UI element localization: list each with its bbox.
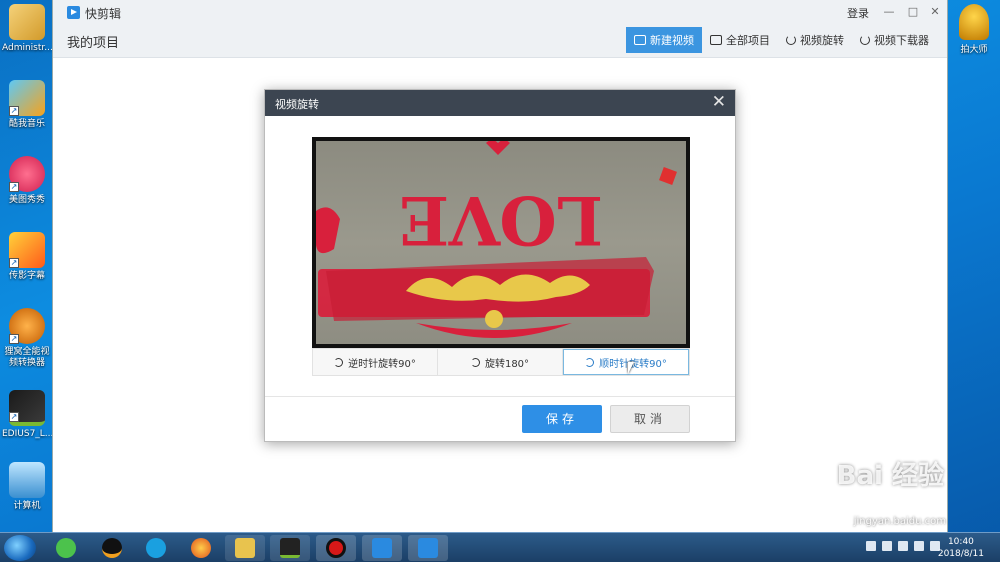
qq-icon bbox=[102, 538, 122, 558]
desktop-icon-subtitle[interactable]: ↗ 传影字幕 bbox=[2, 232, 52, 282]
desktop-icon-edius[interactable]: ↗ EDIUS7_L... bbox=[2, 390, 54, 440]
desktop-icon-label: Administr... bbox=[2, 43, 53, 53]
nav-new-video[interactable]: 新建视频 bbox=[626, 27, 702, 53]
baidu-watermark: Bai 经验 bbox=[836, 461, 944, 491]
edius-icon: ↗ bbox=[9, 390, 45, 426]
close-button[interactable]: ✕ bbox=[925, 3, 945, 21]
baidu-watermark-url: jingyan.baidu.com bbox=[853, 516, 946, 527]
taskbar-recorder[interactable] bbox=[316, 535, 356, 561]
rotate-label: 旋转180° bbox=[484, 358, 530, 370]
preview-image: LOVE bbox=[316, 141, 677, 338]
dialog-footer: 保存 取消 bbox=[265, 396, 735, 441]
top-nav: 新建视频 全部项目 视频旋转 视频下载器 bbox=[626, 27, 937, 57]
desktop-icon-computer[interactable]: 计算机 bbox=[2, 462, 52, 512]
subtitle-app-icon: ↗ bbox=[9, 232, 45, 268]
video-camera-icon bbox=[634, 35, 646, 45]
desktop-icon-kuwo[interactable]: ↗ 酷我音乐 bbox=[2, 80, 52, 130]
save-button[interactable]: 保存 bbox=[522, 405, 602, 433]
video-rotate-dialog: 视频旋转 ✕ LOVE 逆时针旋转90° 旋转180° 顺时针旋转90° 保存 … bbox=[264, 89, 736, 442]
app-title: 快剪辑 bbox=[85, 7, 122, 21]
love-text: LOVE bbox=[399, 181, 603, 259]
desktop-icon-label: 狸窝全能视频转换器 bbox=[4, 347, 50, 368]
desktop-icon-label: 计算机 bbox=[13, 501, 41, 511]
rotate-180-icon bbox=[470, 357, 480, 367]
nav-video-downloader[interactable]: 视频下载器 bbox=[852, 27, 937, 53]
computer-icon bbox=[9, 462, 45, 498]
minimize-button[interactable]: — bbox=[879, 3, 899, 21]
taskbar-firefox[interactable] bbox=[181, 535, 221, 561]
taskbar-video-rotate[interactable] bbox=[408, 535, 448, 561]
taskbar-qq[interactable] bbox=[92, 535, 132, 561]
nav-label: 全部项目 bbox=[726, 34, 770, 47]
user-folder-icon bbox=[9, 4, 45, 40]
kuwo-music-icon: ↗ bbox=[9, 80, 45, 116]
taskbar: 10:40 2018/8/11 bbox=[0, 532, 1000, 562]
paidashi-icon bbox=[959, 4, 989, 40]
desktop-icon-label: 传影字幕 bbox=[8, 271, 45, 281]
preview-frame: LOVE bbox=[316, 141, 686, 344]
mouse-cursor-icon bbox=[628, 362, 640, 374]
clock[interactable]: 10:40 2018/8/11 bbox=[938, 536, 984, 560]
nav-label: 新建视频 bbox=[650, 34, 694, 47]
volume-icon[interactable] bbox=[914, 541, 924, 551]
power-icon[interactable] bbox=[898, 541, 908, 551]
clock-date: 2018/8/11 bbox=[937, 549, 984, 559]
nav-label: 视频旋转 bbox=[800, 34, 844, 47]
flag-icon[interactable] bbox=[882, 541, 892, 551]
dialog-close-button[interactable]: ✕ bbox=[712, 92, 726, 112]
taskbar-kuaijianji[interactable] bbox=[362, 535, 402, 561]
nav-label: 视频下载器 bbox=[874, 34, 929, 47]
maximize-button[interactable]: □ bbox=[903, 3, 923, 21]
taskbar-media-player[interactable] bbox=[136, 535, 176, 561]
toolbar: 我的项目 新建视频 全部项目 视频旋转 视频下载器 bbox=[53, 26, 947, 58]
desktop-icon-video-converter[interactable]: ↗ 狸窝全能视频转换器 bbox=[2, 308, 52, 369]
cloud-download-icon bbox=[860, 35, 870, 45]
file-explorer-icon bbox=[235, 538, 255, 558]
video-rotate-icon bbox=[418, 538, 438, 558]
start-button[interactable] bbox=[4, 535, 36, 561]
title-bar: 快剪辑 登录 — □ ✕ bbox=[53, 0, 947, 26]
desktop-icon-paidashi[interactable]: 拍大师 bbox=[948, 4, 1000, 55]
video-converter-icon: ↗ bbox=[9, 308, 45, 344]
desktop-icon-meitu[interactable]: ↗ 美图秀秀 bbox=[2, 156, 52, 206]
video-preview: LOVE bbox=[312, 137, 690, 348]
login-link[interactable]: 登录 bbox=[847, 5, 869, 21]
rotate-ccw-90-button[interactable]: 逆时针旋转90° bbox=[313, 349, 438, 375]
360-browser-icon bbox=[56, 538, 76, 558]
meitu-icon: ↗ bbox=[9, 156, 45, 192]
rotate-left-icon bbox=[334, 357, 344, 367]
taskbar-file-explorer[interactable] bbox=[225, 535, 265, 561]
firefox-icon bbox=[191, 538, 211, 558]
nav-video-rotate[interactable]: 视频旋转 bbox=[778, 27, 852, 53]
rotate-label: 逆时针旋转90° bbox=[348, 358, 416, 370]
system-tray bbox=[866, 541, 940, 551]
clock-time: 10:40 bbox=[947, 537, 974, 547]
dialog-header: 视频旋转 ✕ bbox=[265, 90, 735, 116]
cancel-button[interactable]: 取消 bbox=[610, 405, 690, 433]
media-player-icon bbox=[146, 538, 166, 558]
desktop-icon-label: 酷我音乐 bbox=[8, 119, 45, 129]
folder-icon bbox=[710, 35, 722, 45]
taskbar-edius[interactable] bbox=[270, 535, 310, 561]
record-icon bbox=[326, 538, 346, 558]
keyboard-icon[interactable] bbox=[866, 541, 876, 551]
rotate-cw-90-button[interactable]: 顺时针旋转90° bbox=[563, 349, 689, 375]
rotate-180-button[interactable]: 旋转180° bbox=[438, 349, 563, 375]
taskbar-360-browser[interactable] bbox=[46, 535, 86, 561]
edius-icon bbox=[280, 538, 300, 558]
desktop-icon-label: EDIUS7_L... bbox=[2, 429, 54, 439]
kuaijianji-icon bbox=[372, 538, 392, 558]
desktop-icon-label: 拍大师 bbox=[960, 45, 988, 55]
kuaijianji-logo-icon bbox=[67, 6, 80, 19]
nav-all-projects[interactable]: 全部项目 bbox=[702, 27, 778, 53]
rotate-right-icon bbox=[585, 357, 595, 367]
desktop-icon-administrator[interactable]: Administr... bbox=[2, 4, 53, 54]
page-title: 我的项目 bbox=[67, 36, 120, 51]
rotate-icon bbox=[786, 35, 796, 45]
dialog-title: 视频旋转 bbox=[275, 98, 319, 111]
desktop-icon-label: 美图秀秀 bbox=[8, 195, 45, 205]
